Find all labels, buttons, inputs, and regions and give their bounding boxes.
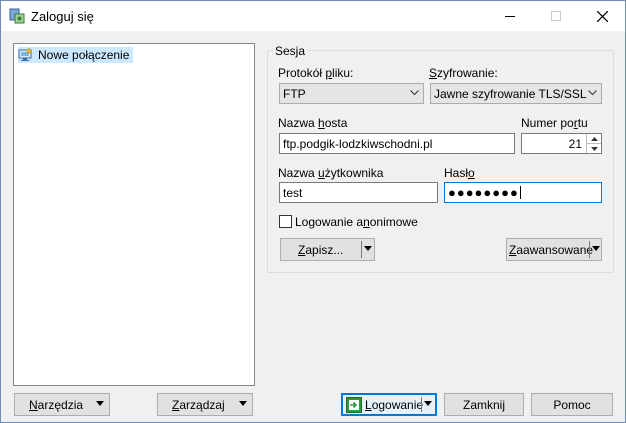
help-button-label: Pomoc <box>553 398 591 412</box>
split-divider <box>421 397 422 412</box>
dropdown-arrow-icon[interactable] <box>592 246 600 252</box>
encryption-value: Jawne szyfrowanie TLS/SSL <box>434 87 587 101</box>
save-button[interactable]: Zapisz... <box>280 238 375 261</box>
maximize-icon <box>551 11 561 21</box>
host-label: Nazwa hosta <box>278 116 348 130</box>
save-button-label: Zapisz... <box>298 243 344 257</box>
login-button-label: Logowanie <box>365 398 424 412</box>
window-title: Zaloguj się <box>31 9 94 24</box>
text-caret <box>519 186 521 199</box>
advanced-button[interactable]: Zaawansowane <box>506 238 602 261</box>
site-tree[interactable]: Nowe połączenie <box>13 43 255 386</box>
host-input[interactable]: ftp.podgik-lodzkiwschodni.pl <box>279 133 515 154</box>
split-divider <box>589 241 590 258</box>
password-label: Hasło <box>444 166 475 180</box>
dropdown-arrow-icon[interactable] <box>364 246 372 252</box>
login-dialog: Zaloguj się Nowe połączenie Sesja Protok… <box>0 0 626 423</box>
winscp-app-icon <box>9 8 25 24</box>
dropdown-arrow-icon[interactable] <box>424 401 432 407</box>
encryption-label: Szyfrowanie: <box>429 66 498 80</box>
dropdown-arrow-icon <box>239 401 247 406</box>
spin-up-icon[interactable] <box>587 134 601 144</box>
close-button-label: Zamknij <box>462 398 505 412</box>
tree-item-label: Nowe połączenie <box>38 48 130 62</box>
tools-button-label: Narzędzia <box>29 398 84 412</box>
anonymous-checkbox[interactable] <box>279 215 292 228</box>
chevron-down-icon <box>588 90 597 96</box>
encryption-select[interactable]: Jawne szyfrowanie TLS/SSL <box>430 83 602 104</box>
protocol-label: Protokół pliku: <box>278 66 354 80</box>
password-value: ●●●●●●●● <box>448 185 519 200</box>
login-button[interactable]: Logowanie <box>341 393 437 416</box>
new-site-icon <box>18 48 33 61</box>
chevron-down-icon <box>410 90 419 96</box>
close-icon <box>596 10 608 22</box>
login-icon <box>346 397 362 413</box>
manage-button-label: Zarządzaj <box>172 398 225 412</box>
username-input[interactable]: test <box>279 182 438 203</box>
tree-item-new-site[interactable]: Nowe połączenie <box>18 47 134 63</box>
port-value: 21 <box>568 137 582 151</box>
anonymous-label[interactable]: Logowanie anonimowe <box>295 215 418 229</box>
session-group-title: Sesja <box>273 44 308 58</box>
title-bar: Zaloguj się <box>1 1 625 31</box>
advanced-button-label: Zaawansowane <box>509 243 594 257</box>
dropdown-arrow-icon <box>96 401 104 406</box>
protocol-select[interactable]: FTP <box>279 83 424 104</box>
password-input[interactable]: ●●●●●●●● <box>444 182 602 203</box>
minimize-button[interactable] <box>487 1 533 31</box>
split-divider <box>361 241 362 258</box>
close-dialog-button[interactable]: Zamknij <box>444 393 524 416</box>
username-value: test <box>283 186 303 200</box>
host-value: ftp.podgik-lodzkiwschodni.pl <box>283 137 433 151</box>
manage-button[interactable]: Zarządzaj <box>157 393 253 416</box>
username-label: Nazwa użytkownika <box>278 166 384 180</box>
port-stepper[interactable]: 21 <box>521 133 602 154</box>
maximize-button[interactable] <box>533 1 579 31</box>
protocol-value: FTP <box>283 87 306 101</box>
close-button[interactable] <box>579 1 625 31</box>
help-button[interactable]: Pomoc <box>531 393 613 416</box>
port-spin-buttons[interactable] <box>586 134 601 153</box>
port-label: Numer portu <box>521 116 588 130</box>
minimize-icon <box>505 16 515 17</box>
tools-button[interactable]: Narzędzia <box>14 393 110 416</box>
spin-down-icon[interactable] <box>587 144 601 153</box>
